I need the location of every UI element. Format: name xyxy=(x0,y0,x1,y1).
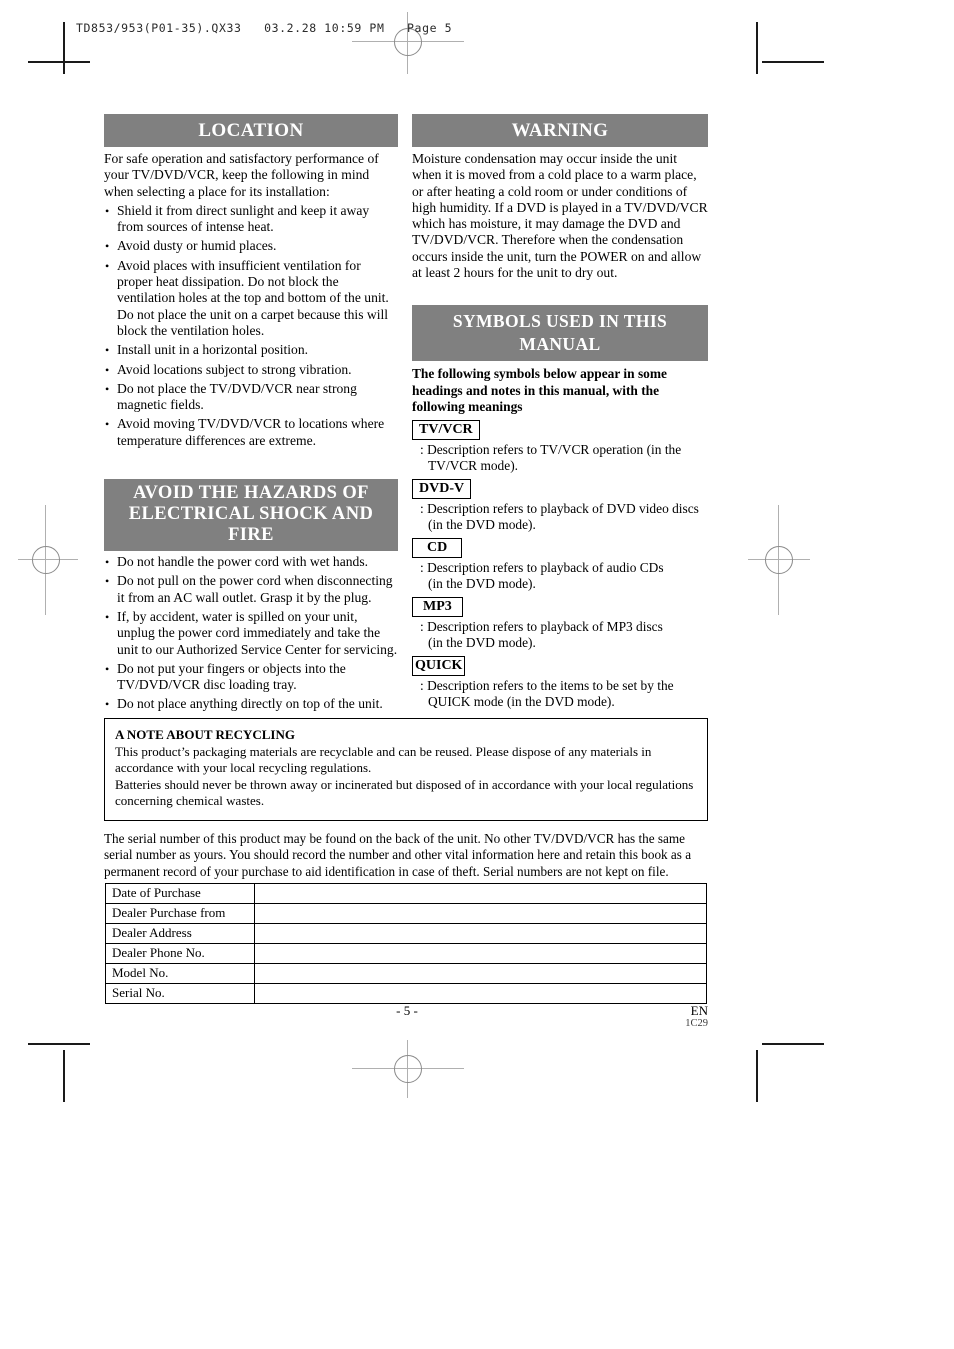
crop-mark-bottom-left-horizontal xyxy=(28,1043,90,1045)
symbol-tag-tv-vcr: TV/VCR xyxy=(412,419,480,440)
registration-mark-bottom xyxy=(394,1055,422,1083)
crop-mark-top-left-vertical xyxy=(63,22,65,74)
symbol-tag-dvd-v: DVD-V xyxy=(412,478,472,499)
table-label-date-of-purchase: Date of Purchase xyxy=(105,883,255,904)
symbol-tag-mp3: MP3 xyxy=(412,596,463,617)
recycling-note-box: A NOTE ABOUT RECYCLING This product’s pa… xyxy=(104,718,708,821)
crop-mark-top-right-horizontal xyxy=(762,61,824,63)
symbol-description-line-2: (in the DVD mode). xyxy=(428,634,536,650)
symbol-entry-tv-vcr: TV/VCR : Description refers to TV/VCR op… xyxy=(412,419,708,474)
table-label-serial-no: Serial No. xyxy=(105,983,255,1004)
footer-language-code: EN xyxy=(690,1003,708,1018)
list-item: Avoid dusty or humid places. xyxy=(104,238,398,255)
table-value-model-no[interactable] xyxy=(254,963,707,984)
list-item: Do not place the TV/DVD/VCR near strong … xyxy=(104,381,398,414)
crop-mark-top-right-vertical xyxy=(756,22,758,74)
symbol-description-line-2: (in the DVD mode). xyxy=(428,516,536,532)
symbol-description-dvd-v: : Description refers to playback of DVD … xyxy=(412,501,708,533)
file-header-stamp: TD853/953(P01-35).QX33 03.2.28 10:59 PM … xyxy=(76,21,453,35)
symbol-description-line-1: : Description refers to playback of audi… xyxy=(420,559,664,575)
list-item: Do not handle the power cord with wet ha… xyxy=(104,554,398,571)
symbol-description-line-1: : Description refers to playback of DVD … xyxy=(420,500,699,516)
symbol-tag-cd: CD xyxy=(412,537,463,558)
registration-mark-left xyxy=(32,546,60,574)
purchase-record-table: Date of Purchase Dealer Purchase from De… xyxy=(105,883,707,1004)
location-intro: For safe operation and satisfactory perf… xyxy=(104,151,379,199)
right-column: WARNING Moisture condensation may occur … xyxy=(412,114,708,710)
hazards-heading-line-2: ELECTRICAL SHOCK AND FIRE xyxy=(128,504,374,546)
table-row: Date of Purchase xyxy=(105,883,707,904)
symbol-description-line-2: TV/VCR mode). xyxy=(428,457,519,473)
list-item: Install unit in a horizontal position. xyxy=(104,342,398,359)
list-item: Shield it from direct sunlight and keep … xyxy=(104,203,398,236)
table-value-serial-no[interactable] xyxy=(254,983,707,1004)
warning-body: Moisture condensation may occur inside t… xyxy=(412,151,708,281)
symbol-description-line-2: QUICK mode (in the DVD mode). xyxy=(428,693,615,709)
crop-mark-bottom-right-vertical xyxy=(756,1050,758,1102)
crop-mark-top-left-horizontal xyxy=(28,61,90,63)
recycling-note-paragraph-1: This product’s packaging materials are r… xyxy=(115,744,652,776)
list-item: Do not place anything directly on top of… xyxy=(104,696,398,713)
table-row: Model No. xyxy=(105,963,707,984)
symbol-description-line-1: : Description refers to playback of MP3 … xyxy=(420,618,663,634)
hazards-heading-line-1: AVOID THE HAZARDS OF xyxy=(133,483,369,504)
table-value-date-of-purchase[interactable] xyxy=(254,883,707,904)
crop-mark-bottom-right-horizontal xyxy=(762,1043,824,1045)
hazards-heading: AVOID THE HAZARDS OF ELECTRICAL SHOCK AN… xyxy=(104,479,398,552)
manual-page: TD853/953(P01-35).QX33 03.2.28 10:59 PM … xyxy=(0,0,954,1349)
table-value-dealer-address[interactable] xyxy=(254,923,707,944)
list-item: Avoid locations subject to strong vibrat… xyxy=(104,362,398,379)
serial-number-note: The serial number of this product may be… xyxy=(104,831,692,879)
table-row: Dealer Purchase from xyxy=(105,903,707,924)
table-label-dealer-purchase-from: Dealer Purchase from xyxy=(105,903,255,924)
symbols-intro: The following symbols below appear in so… xyxy=(412,366,667,414)
symbol-entry-dvd-v: DVD-V : Description refers to playback o… xyxy=(412,478,708,533)
table-label-model-no: Model No. xyxy=(105,963,255,984)
footer-document-code: 1C29 xyxy=(685,1018,708,1029)
list-item: Avoid places with insufficient ventilati… xyxy=(104,258,398,339)
left-column: LOCATION For safe operation and satisfac… xyxy=(104,114,398,713)
symbol-description-line-1: : Description refers to TV/VCR operation… xyxy=(420,441,682,457)
symbol-description-quick: : Description refers to the items to be … xyxy=(412,678,708,710)
location-bullet-list: Shield it from direct sunlight and keep … xyxy=(104,203,398,449)
recycling-note-title: A NOTE ABOUT RECYCLING xyxy=(115,727,295,742)
table-row: Serial No. xyxy=(105,983,707,1004)
recycling-note-paragraph-2: Batteries should never be thrown away or… xyxy=(115,776,694,809)
table-row: Dealer Address xyxy=(105,923,707,944)
symbol-description-cd: : Description refers to playback of audi… xyxy=(412,560,708,592)
hazards-bullet-list: Do not handle the power cord with wet ha… xyxy=(104,554,398,713)
list-item: If, by accident, water is spilled on you… xyxy=(104,609,398,658)
symbol-description-line-1: : Description refers to the items to be … xyxy=(420,677,674,693)
list-item: Do not put your fingers or objects into … xyxy=(104,661,398,694)
table-value-dealer-phone-no[interactable] xyxy=(254,943,707,964)
page-number: - 5 - xyxy=(396,1003,418,1018)
symbol-description-tv-vcr: : Description refers to TV/VCR operation… xyxy=(412,442,708,474)
table-value-dealer-purchase-from[interactable] xyxy=(254,903,707,924)
location-heading: LOCATION xyxy=(104,114,398,147)
symbol-entry-quick: QUICK : Description refers to the items … xyxy=(412,655,708,710)
symbol-tag-quick: QUICK xyxy=(412,655,466,676)
symbol-entry-mp3: MP3 : Description refers to playback of … xyxy=(412,596,708,651)
symbol-description-line-2: (in the DVD mode). xyxy=(428,575,536,591)
warning-heading: WARNING xyxy=(412,114,708,147)
symbols-heading: SYMBOLS USED IN THIS MANUAL xyxy=(412,305,708,362)
list-item: Do not pull on the power cord when disco… xyxy=(104,573,398,606)
table-label-dealer-phone-no: Dealer Phone No. xyxy=(105,943,255,964)
list-item: Avoid moving TV/DVD/VCR to locations whe… xyxy=(104,416,398,449)
table-label-dealer-address: Dealer Address xyxy=(105,923,255,944)
symbol-description-mp3: : Description refers to playback of MP3 … xyxy=(412,619,708,651)
registration-mark-right xyxy=(765,546,793,574)
crop-mark-bottom-left-vertical xyxy=(63,1050,65,1102)
table-row: Dealer Phone No. xyxy=(105,943,707,964)
symbol-entry-cd: CD : Description refers to playback of a… xyxy=(412,537,708,592)
